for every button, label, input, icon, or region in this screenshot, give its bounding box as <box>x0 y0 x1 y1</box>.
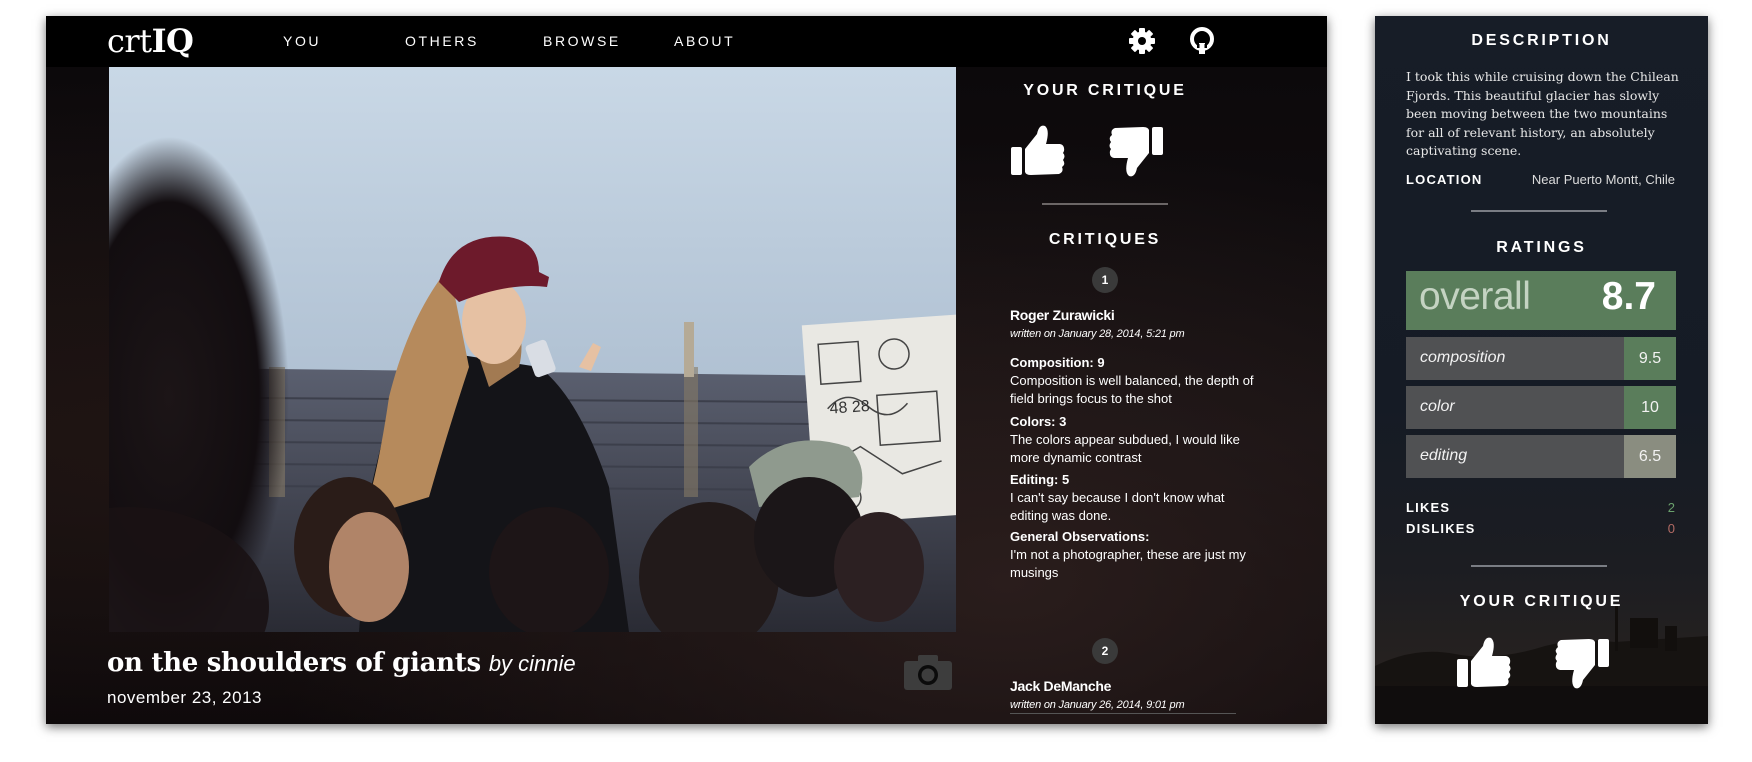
your-critique-heading: YOUR CRITIQUE <box>1459 593 1624 610</box>
navbar: crtIQ YOU OTHERS BROWSE ABOUT <box>46 16 1327 67</box>
location-label: LOCATION <box>1406 172 1483 187</box>
dislikes-count: 0 <box>1667 521 1675 536</box>
location-value: Near Puerto Montt, Chile <box>1531 172 1675 187</box>
colors-label: Colors: <box>1010 414 1056 429</box>
photo-date: november 23, 2013 <box>107 688 262 707</box>
gear-icon[interactable] <box>1127 26 1157 56</box>
github-icon[interactable] <box>1187 26 1217 56</box>
overall-value: 8.7 <box>1601 275 1656 318</box>
colors-critique: Colors: 3 The colors appear subdued, I w… <box>1010 413 1260 467</box>
general-text: I'm not a photographer, these are just m… <box>1010 547 1246 580</box>
general-label: General Observations: <box>1010 529 1150 544</box>
your-critique-heading: YOUR CRITIQUE <box>1023 82 1187 99</box>
critique-date: written on January 26, 2014, 9:01 pm <box>1010 699 1185 711</box>
dislikes-label: DISLIKES <box>1406 521 1476 536</box>
critic-name[interactable]: Jack DeManche <box>1010 678 1111 694</box>
logo-prefix: crt <box>107 22 152 60</box>
critic-name[interactable]: Roger Zurawicki <box>1010 307 1115 323</box>
ratings-heading: RATINGS <box>1496 239 1587 256</box>
nav-browse[interactable]: BROWSE <box>543 33 621 49</box>
panel-bottom-edge <box>1010 713 1236 714</box>
panel-divider <box>1042 203 1168 205</box>
nav-about[interactable]: ABOUT <box>674 33 735 49</box>
logo-suffix: IQ <box>151 22 194 60</box>
nav-you[interactable]: YOU <box>283 33 321 49</box>
composition-critique: Composition: 9 Composition is well balan… <box>1010 354 1260 408</box>
photo[interactable]: 48 28 <box>109 67 956 632</box>
rating-label: editing <box>1420 447 1468 464</box>
rating-row-color: color 10 <box>1406 386 1676 429</box>
rating-label: composition <box>1420 349 1506 366</box>
camera-icon[interactable] <box>902 652 954 692</box>
likes-count: 2 <box>1667 500 1675 515</box>
main-window: crtIQ YOU OTHERS BROWSE ABOUT 48 28 on t… <box>46 16 1327 724</box>
app-logo[interactable]: crtIQ <box>107 21 194 61</box>
photo-title: on the shoulders of giants <box>107 648 481 678</box>
photo-author[interactable]: by cinnie <box>489 651 576 676</box>
thumbs-up-icon[interactable] <box>1455 634 1513 692</box>
editing-text: I can't say because I don't know what ed… <box>1010 490 1225 523</box>
side-divider <box>1471 565 1607 567</box>
thumbs-down-icon[interactable] <box>1107 122 1165 180</box>
composition-score: 9 <box>1097 355 1105 370</box>
general-critique: General Observations: I'm not a photogra… <box>1010 528 1260 582</box>
side-divider <box>1471 210 1607 212</box>
editing-label: Editing: <box>1010 472 1059 487</box>
colors-text: The colors appear subdued, I would like … <box>1010 432 1240 465</box>
overall-label: overall <box>1419 275 1531 318</box>
colors-score: 3 <box>1059 414 1067 429</box>
nav-others[interactable]: OTHERS <box>405 33 479 49</box>
rating-value: 9.5 <box>1624 337 1676 380</box>
description-heading: DESCRIPTION <box>1471 32 1612 49</box>
critiques-heading: CRITIQUES <box>1048 231 1162 248</box>
editing-critique: Editing: 5 I can't say because I don't k… <box>1010 471 1260 525</box>
thumbs-down-icon[interactable] <box>1553 634 1611 692</box>
description-text: I took this while cruising down the Chil… <box>1406 69 1679 158</box>
rating-label: color <box>1420 398 1455 415</box>
likes-label: LIKES <box>1406 500 1451 515</box>
critique-panel: YOUR CRITIQUE CRITIQUES 1 Roger Zurawick… <box>980 67 1270 724</box>
composition-label: Composition: <box>1010 355 1094 370</box>
rating-row-composition: composition 9.5 <box>1406 337 1676 380</box>
svg-text:48 28: 48 28 <box>829 398 870 418</box>
overall-rating: overall 8.7 <box>1406 271 1676 330</box>
rating-row-editing: editing 6.5 <box>1406 435 1676 478</box>
rating-value: 6.5 <box>1624 435 1676 478</box>
thumbs-up-icon[interactable] <box>1009 122 1067 180</box>
rating-value: 10 <box>1624 386 1676 429</box>
critique-number-badge: 2 <box>1092 638 1118 664</box>
composition-text: Composition is well balanced, the depth … <box>1010 373 1254 406</box>
details-window: DESCRIPTION I took this while cruising d… <box>1375 16 1708 724</box>
editing-score: 5 <box>1062 472 1070 487</box>
critique-date: written on January 28, 2014, 5:21 pm <box>1010 328 1185 340</box>
photo-title-row: on the shoulders of giants by cinnie <box>107 648 576 678</box>
critique-number-badge: 1 <box>1092 267 1118 293</box>
